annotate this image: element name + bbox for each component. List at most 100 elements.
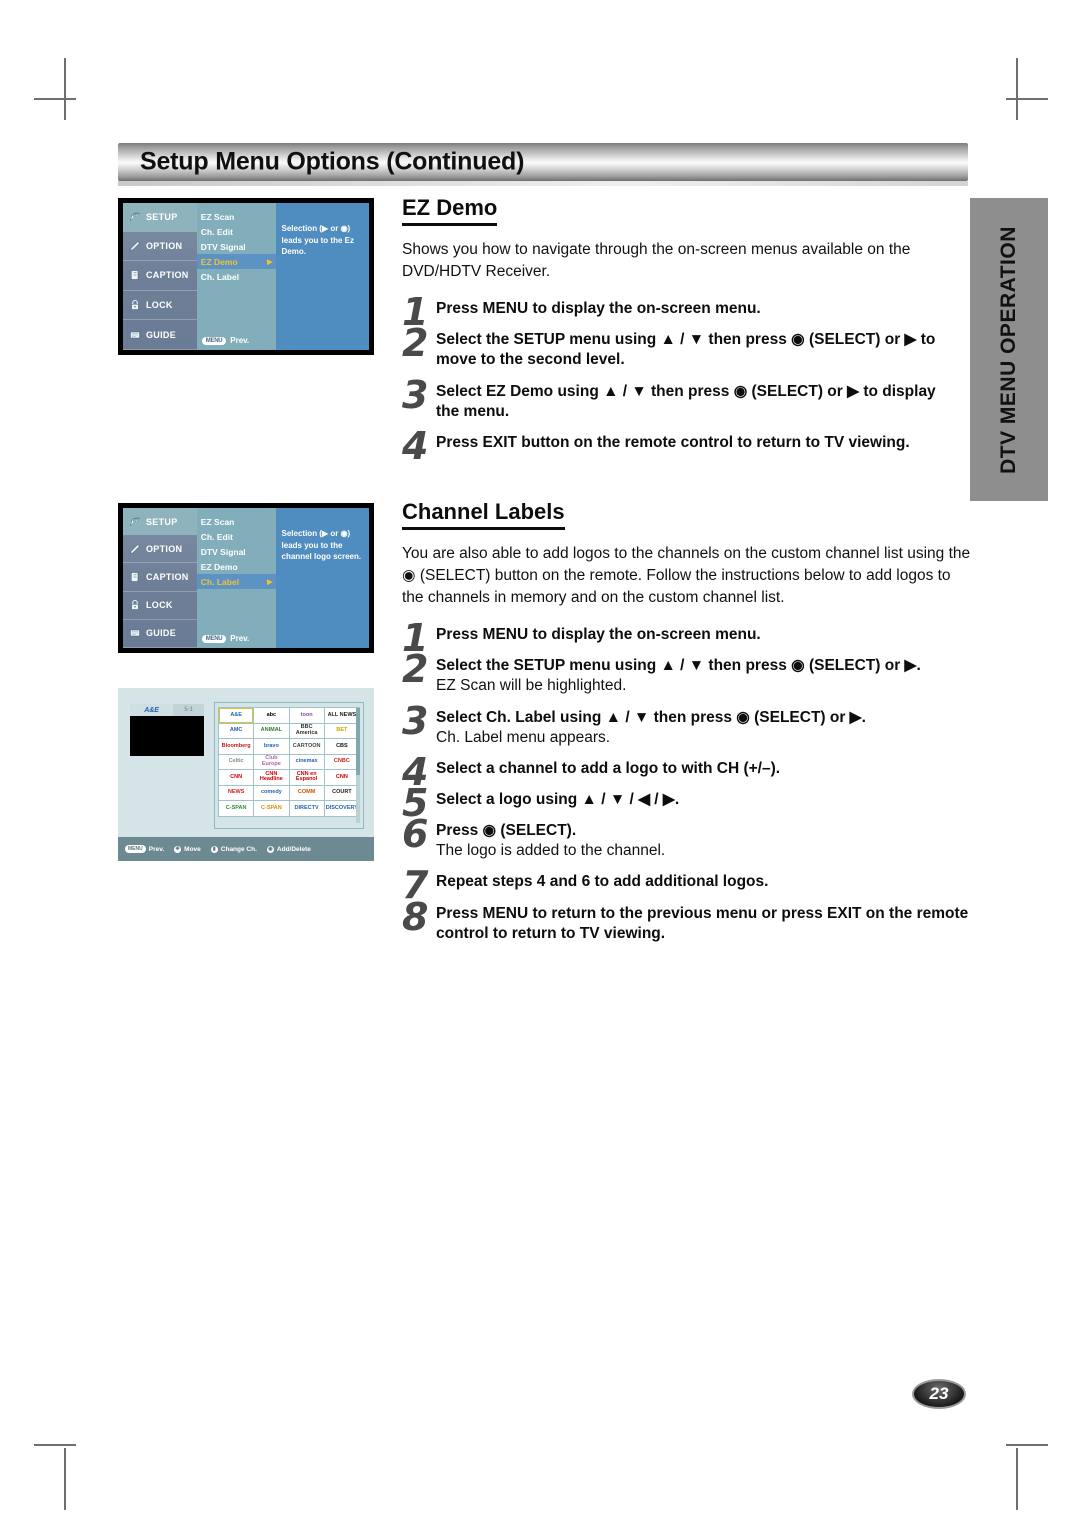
tv-sidebar-item-setup[interactable]: SETUP xyxy=(123,508,197,536)
tv-menu-item-ch-label[interactable]: Ch. Label xyxy=(197,269,276,284)
menu-key-icon: MENU xyxy=(125,845,146,853)
step-number: 6 xyxy=(402,812,429,857)
logo-cell[interactable]: Bloomberg xyxy=(219,739,254,754)
page-title: Setup Menu Options (Continued) xyxy=(140,147,525,176)
steps-list-ez-demo: 1 Press MENU to display the on-screen me… xyxy=(402,293,962,465)
logo-cell[interactable]: NEWS xyxy=(219,785,254,800)
logo-cell[interactable]: COURT xyxy=(324,785,359,800)
tv-description-2: Selection (▶ or ◉) leads you to the chan… xyxy=(275,508,369,648)
logo-cell[interactable]: CARTOON xyxy=(289,739,324,754)
logo-cell[interactable]: Celtic xyxy=(219,754,254,769)
logo-cell[interactable]: A&E xyxy=(219,708,254,723)
preview-channel-number: 5-1 xyxy=(173,704,204,716)
tv-menu-item-dtv-signal[interactable]: DTV Signal xyxy=(197,239,276,254)
tv-prev-label: Prev. xyxy=(230,336,250,345)
step-number: 2 xyxy=(402,321,429,366)
bottom-bar-label: Change Ch. xyxy=(220,845,257,853)
channel-key-icon: ▮ xyxy=(210,845,218,853)
caption-box-icon xyxy=(128,268,142,282)
logo-cell[interactable]: CNN xyxy=(219,770,254,785)
tv-sidebar-label: GUIDE xyxy=(146,628,177,639)
tv-sidebar-2: SETUP OPTION CAPTION LOCK GUIDE xyxy=(123,508,197,648)
tv-sidebar-item-caption[interactable]: CAPTION xyxy=(123,261,197,291)
tv-menu-screenshot-ez-demo: SETUP OPTION CAPTION LOCK GUIDE EZ Scan … xyxy=(118,198,374,355)
logo-cell[interactable]: COMM xyxy=(289,785,324,800)
tv-menu-item-ch-edit[interactable]: Ch. Edit xyxy=(197,224,276,239)
logo-grid[interactable]: A&E abc toon ALL NEWS AMC ANIMAL BBC Ame… xyxy=(218,707,360,817)
tv-sidebar-item-setup[interactable]: SETUP xyxy=(123,203,197,232)
step-item: 3 Select EZ Demo using ▲ / ▼ then press … xyxy=(402,376,962,422)
logo-cell[interactable]: cinemax xyxy=(289,754,324,769)
step-text: Select a channel to add a logo to with C… xyxy=(436,759,781,777)
logo-cell[interactable]: bravo xyxy=(254,739,289,754)
bottom-bar-item-add-delete[interactable]: ◉ Add/Delete xyxy=(266,845,311,853)
caption-box-icon xyxy=(128,570,142,584)
tv-sidebar-item-lock[interactable]: LOCK xyxy=(123,291,197,321)
step-text: Press EXIT button on the remote control … xyxy=(436,433,910,451)
logo-cell[interactable]: CNN xyxy=(324,770,359,785)
tv-sidebar-item-guide[interactable]: GUIDE xyxy=(123,620,197,648)
channel-logo-screenshot: A&E 5-1 A&E abc toon ALL NEWS AMC ANIMAL… xyxy=(118,688,374,861)
page-number: 23 xyxy=(929,1384,949,1403)
bottom-bar-item-change-ch[interactable]: ▮ Change Ch. xyxy=(210,845,257,853)
step-item: 8 Press MENU to return to the previous m… xyxy=(402,898,972,944)
guide-screen-icon xyxy=(128,328,142,342)
step-item: 6 Press ◉ (SELECT). The logo is added to… xyxy=(402,815,972,861)
tv-prev-label: Prev. xyxy=(230,634,250,643)
tv-menu-item-ch-label[interactable]: Ch. Label xyxy=(196,574,276,589)
step-text: Select EZ Demo using ▲ / ▼ then press ◉ … xyxy=(436,382,936,420)
tv-sidebar-item-lock[interactable]: LOCK xyxy=(123,592,197,620)
step-number: 3 xyxy=(402,698,429,743)
logo-cell[interactable]: CNBC xyxy=(324,754,359,769)
logo-cell[interactable]: C-SPAN xyxy=(219,801,254,816)
step-item: 5 Select a logo using ▲ / ▼ / ◀ / ▶. xyxy=(402,784,972,822)
step-item: 2 Select the SETUP menu using ▲ / ▼ then… xyxy=(402,324,962,370)
logo-cell[interactable]: comedy xyxy=(254,785,289,800)
logo-cell[interactable]: Club Europe xyxy=(254,754,289,769)
logo-cell[interactable]: abc xyxy=(254,708,289,723)
padlock-icon xyxy=(128,598,142,612)
crop-mark-top-right-vertical xyxy=(1016,58,1018,120)
logo-cell[interactable]: toon xyxy=(289,708,324,723)
tv-sidebar-item-option[interactable]: OPTION xyxy=(123,535,197,564)
step-text: Repeat steps 4 and 6 to add additional l… xyxy=(436,873,769,891)
satellite-dish-icon xyxy=(128,515,142,529)
logo-grid-scrollbar-thumb[interactable] xyxy=(356,708,360,775)
logo-cell[interactable]: BBC America xyxy=(289,723,324,738)
logo-grid-scrollbar[interactable] xyxy=(356,708,360,823)
logo-cell[interactable]: DISCOVERY xyxy=(324,801,359,816)
tv-menu-item-ez-demo[interactable]: EZ Demo xyxy=(196,254,276,269)
tv-sidebar-label: OPTION xyxy=(146,240,183,251)
tv-menu-item-ez-demo[interactable]: EZ Demo xyxy=(197,559,276,574)
logo-cell[interactable]: ANIMAL xyxy=(254,723,289,738)
tv-sidebar-item-option[interactable]: OPTION xyxy=(123,232,197,262)
tv-sidebar-label: CAPTION xyxy=(146,572,189,582)
tv-sidebar-item-caption[interactable]: CAPTION xyxy=(123,563,197,592)
logo-cell[interactable]: CNN Headline xyxy=(254,770,289,785)
tv-sidebar-label: SETUP xyxy=(146,212,178,223)
logo-cell[interactable]: AMC xyxy=(219,723,254,738)
logo-cell[interactable]: CNN en Espanol xyxy=(289,770,324,785)
logo-cell[interactable]: DIRECTV xyxy=(289,801,324,816)
tv-menu-item-ch-edit[interactable]: Ch. Edit xyxy=(197,529,276,544)
tv-menu-item-dtv-signal[interactable]: DTV Signal xyxy=(197,544,276,559)
logo-cell[interactable]: ALL NEWS xyxy=(324,708,359,723)
step-text: Press MENU to display the on-screen menu… xyxy=(436,300,761,318)
tv-menu-item-ez-scan[interactable]: EZ Scan xyxy=(197,514,276,529)
crop-mark-top-left-vertical xyxy=(64,58,66,120)
step-number: 8 xyxy=(402,894,429,939)
page-header-bar: Setup Menu Options (Continued) xyxy=(118,143,968,181)
tv-menu-item-ez-scan[interactable]: EZ Scan xyxy=(197,209,276,224)
bottom-bar-item-move[interactable]: ✥ Move xyxy=(174,845,201,853)
bottom-bar-item-prev[interactable]: MENU Prev. xyxy=(125,845,164,853)
step-item: 4 Select a channel to add a logo to with… xyxy=(402,753,972,791)
tv-menu-list-2: EZ Scan Ch. Edit DTV Signal EZ Demo Ch. … xyxy=(196,508,276,648)
tv-sidebar-label: LOCK xyxy=(146,300,173,311)
step-item: 1 Press MENU to display the on-screen me… xyxy=(402,619,972,657)
step-item: 1 Press MENU to display the on-screen me… xyxy=(402,293,962,331)
menu-key-icon: MENU xyxy=(201,336,227,345)
tv-sidebar-item-guide[interactable]: GUIDE xyxy=(123,320,197,350)
logo-cell[interactable]: BET xyxy=(324,723,359,738)
logo-cell[interactable]: CBS xyxy=(324,739,359,754)
logo-cell[interactable]: C-SPAN xyxy=(254,801,289,816)
